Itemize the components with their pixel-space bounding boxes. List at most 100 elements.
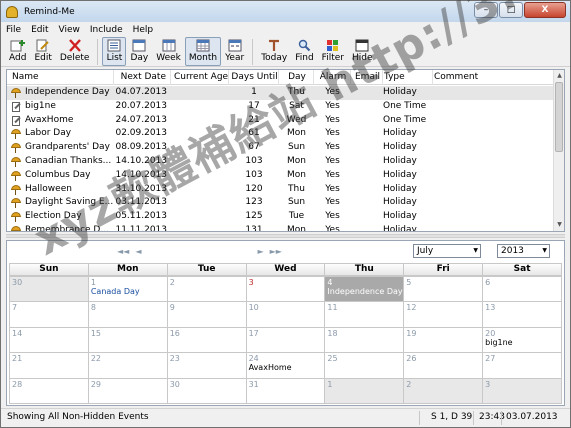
day-cell[interactable]: 3 [246,277,326,303]
add-event-icon [10,39,26,52]
table-row[interactable]: Independence Day 04.07.2013 1 Thu Yes Holiday [7,86,554,100]
day-cell[interactable]: 26 [404,353,484,379]
day-view-button[interactable]: Day [126,37,152,66]
cell-alarm: Yes [325,224,340,232]
menu-help[interactable]: Help [128,25,159,35]
list-view-button[interactable]: List [102,37,127,66]
weekday-thu: Thu [324,263,404,276]
day-cell[interactable]: 17 [246,327,326,354]
calendar-event[interactable]: AvaxHome [249,363,292,372]
day-cell[interactable]: 1 [325,378,405,404]
day-cell[interactable]: 14 [10,327,89,354]
day-cell[interactable]: 30 [167,378,247,404]
column-header-next-date[interactable]: Next Date [114,70,171,85]
hide-button[interactable]: Hide [348,37,377,66]
delete-button[interactable]: Delete [56,37,94,66]
scroll-up-arrow-icon[interactable]: ▲ [555,71,564,81]
edit-button[interactable]: Edit [30,37,55,66]
prev-month-icon[interactable]: ◄ [135,247,141,256]
day-cell[interactable]: 15 [88,327,168,354]
column-header-day[interactable]: Day [279,70,314,85]
column-header-alarm[interactable]: Alarm [314,70,351,85]
list-scrollbar[interactable]: ▲ ▼ [553,70,564,231]
table-row[interactable]: big1ne 20.07.2013 17 Sat Yes One Time [7,100,554,114]
day-cell[interactable]: 7 [10,302,89,328]
calendar-event[interactable]: Independence Day [327,287,402,296]
cell-email [351,210,383,224]
table-row[interactable]: Election Day 05.11.2013 125 Tue Yes Holiday [7,210,554,224]
pane-splitter[interactable] [6,234,565,238]
maximize-button[interactable]: □ [499,2,523,18]
column-header-type[interactable]: Type [383,70,433,85]
calendar-event[interactable]: big1ne [485,338,512,347]
day-cell[interactable]: 10 [246,302,326,328]
add-button[interactable]: Add [5,37,30,66]
table-row[interactable]: Halloween 31.10.2013 120 Thu Yes Holiday [7,183,554,197]
table-row[interactable]: Columbus Day 14.10.2013 103 Mon Yes Holiday [7,169,554,183]
day-cell[interactable]: 22 [88,353,168,379]
day-cell[interactable]: 29 [88,378,168,404]
cell-days: 103 [245,155,263,166]
table-row[interactable]: Remembrance D... 11.11.2013 131 Mon Yes Holid… [7,224,554,232]
scroll-thumb[interactable] [555,82,563,152]
day-cell[interactable]: 5 [404,277,484,303]
day-cell[interactable]: 3 [483,378,562,404]
today-button[interactable]: Today [257,37,291,66]
day-cell[interactable]: 31 [246,378,326,404]
day-cell[interactable]: 19 [404,327,484,354]
day-cell[interactable]: 9 [167,302,247,328]
day-cell[interactable]: 27 [483,353,562,379]
next-month-icon[interactable]: ► [257,247,263,256]
day-cell[interactable]: 21 [10,353,89,379]
calendar-event[interactable]: Canada Day [91,287,140,296]
column-header-days-until[interactable]: Days Until [229,70,279,85]
day-cell[interactable]: 12 [404,302,484,328]
title-bar[interactable]: Remind-Me – □ X [1,1,570,22]
find-button[interactable]: Find [291,37,317,66]
close-button[interactable]: X [524,2,566,18]
menu-edit[interactable]: Edit [26,25,53,35]
year-view-button[interactable]: Year [221,37,248,66]
day-cell[interactable]: 2 [404,378,484,404]
day-cell[interactable]: 4 Independence Day [325,277,405,303]
day-cell[interactable]: 30 [10,277,89,303]
column-header-comment[interactable]: Comment [433,70,554,85]
edit-event-icon [35,39,51,52]
day-cell[interactable]: 28 [10,378,89,404]
prev-year-icon[interactable]: ◄◄ [117,247,129,256]
day-cell[interactable]: 1 Canada Day [88,277,168,303]
minimize-button[interactable]: – [474,2,498,18]
column-header-current-age[interactable]: Current Age [171,70,229,85]
table-row[interactable]: AvaxHome 24.07.2013 21 Wed Yes One Time [7,114,554,128]
menu-include[interactable]: Include [85,25,128,35]
month-select[interactable]: July ▼ [413,244,481,258]
column-header-name[interactable]: Name [7,70,114,85]
week-view-button[interactable]: Week [152,37,185,66]
menu-view[interactable]: View [54,25,85,35]
day-cell[interactable]: 18 [325,327,405,354]
month-label: Month [188,53,218,63]
cell-days: 131 [245,224,263,232]
year-select[interactable]: 2013 ▼ [497,244,550,258]
day-cell[interactable]: 6 [483,277,562,303]
month-view-button[interactable]: Month [184,37,222,66]
day-cell[interactable]: 23 [167,353,247,379]
day-cell[interactable]: 11 [325,302,405,328]
table-row[interactable]: Canadian Thanks... 14.10.2013 103 Mon Yes Hol… [7,155,554,169]
next-year-icon[interactable]: ►► [270,247,282,256]
table-row[interactable]: Daylight Saving E... 03.11.2013 123 Sun Yes H… [7,196,554,210]
table-row[interactable]: Grandparents' Day 08.09.2013 67 Sun Yes Holid… [7,141,554,155]
scroll-down-arrow-icon[interactable]: ▼ [555,220,564,230]
table-row[interactable]: Labor Day 02.09.2013 61 Mon Yes Holiday [7,127,554,141]
day-cell[interactable]: 25 [325,353,405,379]
filter-button[interactable]: Filter [318,37,348,66]
day-cell[interactable]: 16 [167,327,247,354]
day-cell[interactable]: 24 AvaxHome [246,353,326,379]
day-cell[interactable]: 8 [88,302,168,328]
day-cell[interactable]: 20 big1ne [483,327,562,354]
day-cell[interactable]: 13 [483,302,562,328]
day-cell[interactable]: 2 [167,277,247,303]
menu-file[interactable]: File [1,25,26,35]
column-header-email[interactable]: Email [351,70,383,85]
event-list[interactable]: Name Next Date Current Age Days Until Da… [6,69,565,232]
